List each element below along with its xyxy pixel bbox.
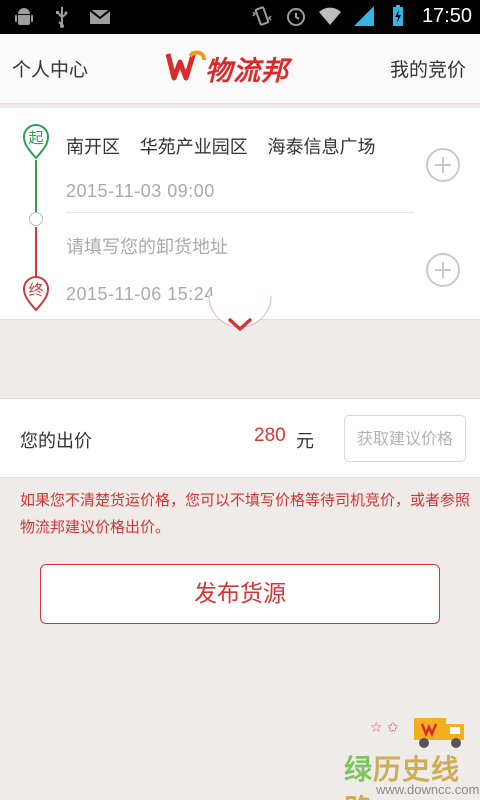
plus-circle-icon	[426, 253, 460, 287]
plus-circle-icon	[426, 148, 460, 182]
route-midpoint	[29, 212, 43, 226]
add-start-stop-button[interactable]	[425, 147, 461, 183]
android-icon	[12, 5, 36, 29]
end-time[interactable]: 2015-11-06 15:24	[66, 284, 215, 305]
start-address-area: 华苑产业园区	[139, 137, 248, 158]
price-label: 您的出价	[20, 431, 92, 452]
end-pin: 终	[22, 276, 50, 312]
watermark: ☆ ✩ 绿历史线路 www.downcc.com	[340, 708, 480, 800]
start-pin: 起	[22, 124, 50, 160]
star-icon: ☆ ✩	[370, 720, 399, 736]
publish-cargo-button[interactable]: 发布货源	[40, 564, 440, 624]
personal-center-link[interactable]: 个人中心	[12, 55, 88, 82]
wifi-icon	[318, 4, 342, 28]
app-header: 个人中心 物流邦 我的竞价	[0, 34, 480, 104]
my-bids-link[interactable]: 我的竞价	[390, 55, 466, 82]
route-divider	[66, 212, 414, 213]
alarm-icon	[284, 4, 308, 28]
logo-mark-icon	[165, 50, 206, 81]
start-address-building: 海泰信息广场	[267, 137, 376, 158]
start-pin-label: 起	[28, 129, 44, 147]
gmail-icon	[88, 5, 112, 29]
route-line-end	[35, 227, 37, 277]
clock: 17:50	[421, 4, 472, 27]
expand-button[interactable]	[208, 296, 272, 346]
watermark-text-a: 绿	[344, 753, 374, 786]
start-address[interactable]: 南开区 华苑产业园区 海泰信息广场	[66, 133, 389, 159]
price-input[interactable]: 280	[254, 425, 286, 447]
start-address-district: 南开区	[66, 137, 120, 158]
logo: 物流邦	[160, 46, 320, 90]
route-line-start	[35, 160, 37, 212]
unload-address-input[interactable]: 请填写您的卸货地址	[66, 233, 228, 259]
end-pin-label: 终	[28, 281, 44, 299]
get-suggested-price-button[interactable]: 获取建议价格	[344, 415, 466, 462]
price-unit: 元	[296, 431, 314, 452]
chevron-down-icon	[208, 296, 272, 331]
add-end-stop-button[interactable]	[425, 252, 461, 288]
usb-icon	[50, 5, 74, 29]
logo-text: 物流邦	[205, 56, 289, 87]
start-time[interactable]: 2015-11-03 09:00	[66, 181, 215, 202]
truck-icon	[414, 718, 464, 748]
price-row: 您的出价 280 元 获取建议价格	[0, 398, 480, 478]
price-hint: 如果您不清楚货运价格，您可以不填写价格等待司机竞价，或者参照物流邦建议价格出价。	[20, 491, 471, 536]
signal-icon	[352, 4, 376, 28]
watermark-url: www.downcc.com	[376, 782, 480, 797]
status-bar: 17:50	[0, 0, 480, 34]
battery-icon	[386, 4, 410, 28]
vibrate-icon	[250, 4, 274, 28]
